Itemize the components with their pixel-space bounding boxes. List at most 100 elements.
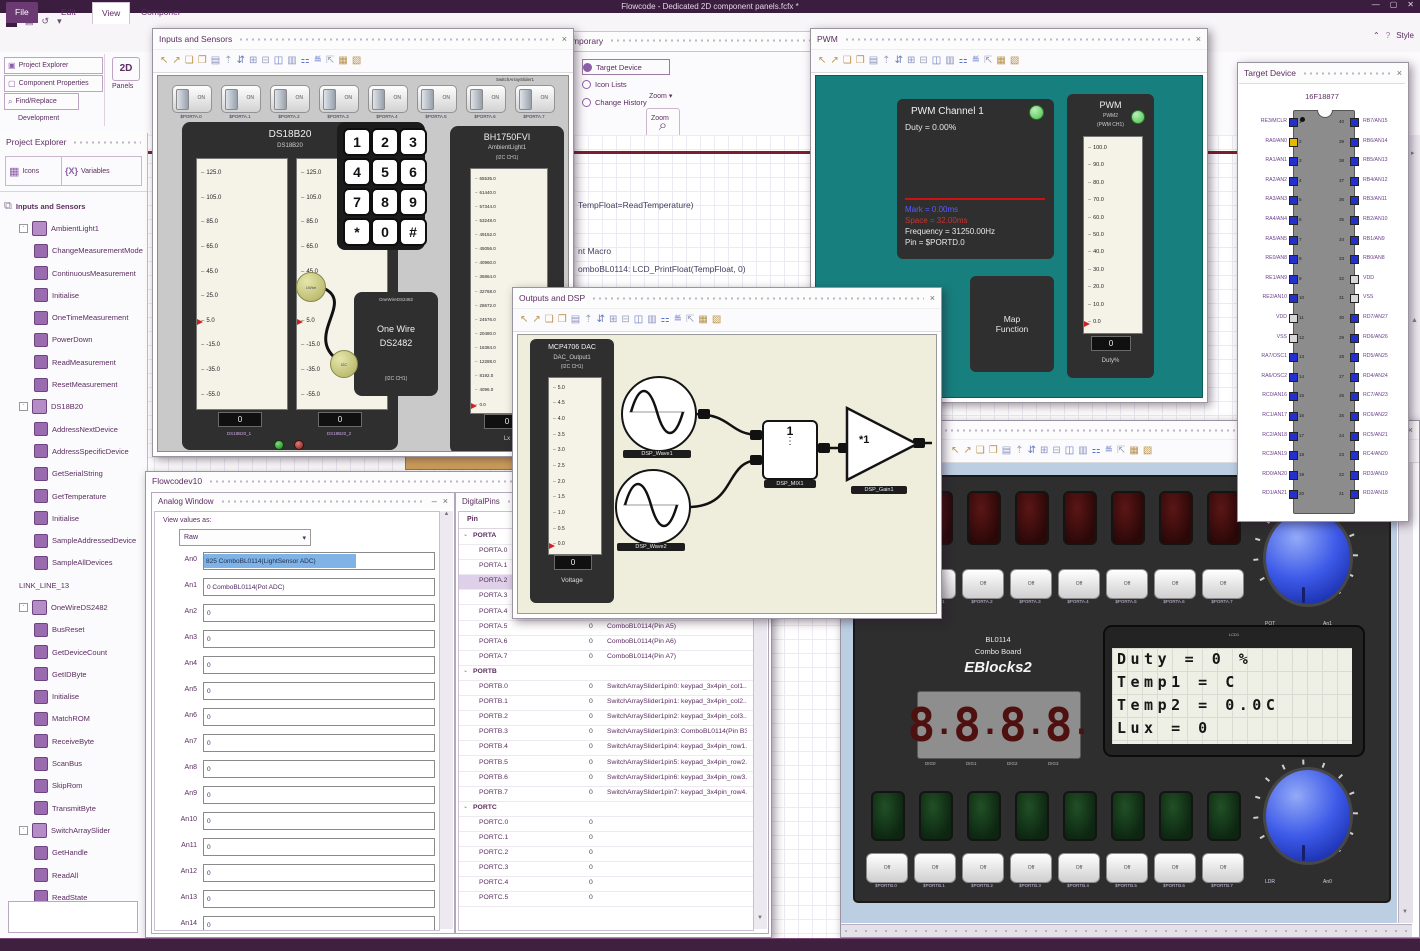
pin-pad-left[interactable] bbox=[1289, 470, 1298, 480]
digital-row[interactable]: PORTB.5 0 SwitchArraySlider1pin5: keypad_3… bbox=[459, 757, 753, 772]
pin-pad-right[interactable] bbox=[1350, 431, 1359, 441]
keypad-key-3[interactable]: 3 bbox=[399, 128, 427, 156]
pin-pad-left[interactable] bbox=[1289, 118, 1298, 127]
tree-item[interactable]: SampleAllDevices bbox=[2, 552, 147, 574]
pin-pad-right[interactable] bbox=[1350, 176, 1359, 186]
digital-row[interactable]: PORTC.4 0 bbox=[459, 877, 753, 893]
tree-item[interactable]: - DS18B20 bbox=[2, 396, 147, 418]
digital-row[interactable]: PORTB.6 0 SwitchArraySlider1pin6: keypad_3… bbox=[459, 772, 753, 787]
board-switch[interactable]: Off bbox=[962, 569, 1004, 599]
board-switch[interactable]: Off bbox=[1202, 569, 1244, 599]
analog-row-value[interactable]: 0 bbox=[203, 760, 435, 778]
pin-pad-right[interactable] bbox=[1350, 353, 1359, 363]
analog-row-value[interactable]: 0 bbox=[203, 656, 435, 674]
keypad-key-#[interactable]: # bbox=[399, 218, 427, 246]
panel-switch[interactable]: ON bbox=[417, 85, 457, 113]
tree-item[interactable]: GetIDByte bbox=[2, 663, 147, 685]
pin-pad-right[interactable] bbox=[1350, 235, 1359, 245]
tab-components[interactable]: Components bbox=[132, 2, 180, 23]
tree-item[interactable]: LINK_LINE_13 bbox=[2, 574, 147, 596]
toolbar-icon-12[interactable]: ≝ bbox=[314, 55, 322, 67]
analog-row-value[interactable]: 0 bbox=[203, 708, 435, 726]
pin-pad-right[interactable] bbox=[1350, 216, 1359, 225]
group-expand-icon[interactable]: ⌄ bbox=[463, 803, 468, 810]
minimize-button[interactable]: — bbox=[1372, 0, 1380, 9]
board-switch[interactable]: Off bbox=[866, 853, 908, 883]
keypad-key-2[interactable]: 2 bbox=[371, 128, 399, 156]
flowchart-loop-icon[interactable] bbox=[405, 456, 519, 470]
pin-pad-left[interactable] bbox=[1289, 490, 1298, 500]
scroll-up-icon[interactable]: ▲ bbox=[1411, 317, 1418, 324]
tree-item[interactable]: ChangeMeasurementMode bbox=[2, 240, 147, 262]
tab-file[interactable]: File bbox=[6, 2, 38, 23]
toolbar-icon-12[interactable]: ≝ bbox=[674, 314, 682, 326]
pin-pad-right[interactable] bbox=[1350, 157, 1359, 167]
toolbar-icon-2[interactable]: ❏ bbox=[976, 445, 985, 457]
dsp-wave2[interactable] bbox=[615, 469, 691, 545]
toolbar-icon-14[interactable]: ▦ bbox=[338, 55, 347, 67]
tree-item[interactable]: GetTemperature bbox=[2, 485, 147, 507]
close-icon[interactable]: × bbox=[930, 293, 935, 303]
pin-pad-left[interactable] bbox=[1289, 392, 1298, 402]
dsp-mixer[interactable]: 1 ⋮ bbox=[762, 420, 818, 480]
pin-pad-left[interactable] bbox=[1289, 274, 1298, 284]
board-switch[interactable]: Off bbox=[1106, 569, 1148, 599]
toolbar-icon-5[interactable]: ⇡ bbox=[224, 55, 232, 67]
digital-row[interactable]: PORTC.2 0 bbox=[459, 847, 753, 863]
toolbar-icon-6[interactable]: ⇵ bbox=[1028, 445, 1036, 457]
toolbar-icon-13[interactable]: ⇱ bbox=[984, 55, 992, 67]
keypad-key-9[interactable]: 9 bbox=[399, 188, 427, 216]
keypad-key-0[interactable]: 0 bbox=[371, 218, 399, 246]
panel-switch[interactable]: ON bbox=[515, 85, 555, 113]
pin-pad-left[interactable] bbox=[1289, 157, 1298, 167]
pin-pad-right[interactable] bbox=[1350, 451, 1359, 461]
digital-row[interactable]: PORTB.4 0 SwitchArraySlider1pin4: keypad_3… bbox=[459, 741, 753, 757]
scroll-down-icon[interactable]: ▼ bbox=[1402, 909, 1408, 915]
group-expand-icon[interactable]: ⌄ bbox=[463, 667, 468, 674]
board-switch[interactable]: Off bbox=[1202, 853, 1244, 883]
scroll-up-icon[interactable]: ▲ bbox=[444, 511, 450, 517]
toolbar-icon-8[interactable]: ⊟ bbox=[621, 314, 629, 326]
pin-pad-left[interactable] bbox=[1289, 196, 1298, 206]
toolbar-icon-5[interactable]: ⇡ bbox=[1015, 445, 1023, 457]
toolbar-icon-1[interactable]: ↗ bbox=[532, 314, 540, 326]
tree-item[interactable]: ⧉ Inputs and Sensors bbox=[2, 195, 147, 217]
board-switch[interactable]: Off bbox=[914, 853, 956, 883]
keypad-key-6[interactable]: 6 bbox=[399, 158, 427, 186]
toolbar-icon-10[interactable]: ▥ bbox=[1078, 445, 1087, 457]
pin-pad-right[interactable] bbox=[1350, 470, 1359, 480]
toolbar-icon-8[interactable]: ⊟ bbox=[1052, 445, 1060, 457]
component-properties-button[interactable]: ▢ Component Properties bbox=[4, 75, 103, 92]
analog-row-value[interactable]: 0 bbox=[203, 630, 435, 648]
tree-item[interactable]: Initialise bbox=[2, 284, 147, 306]
project-explorer-button[interactable]: ▣ Project Explorer bbox=[4, 57, 103, 74]
pin-pad-left[interactable] bbox=[1289, 314, 1298, 323]
tree-item[interactable]: OneTimeMeasurement bbox=[2, 306, 147, 328]
pin-pad-left[interactable] bbox=[1289, 216, 1298, 225]
knob-body[interactable] bbox=[1263, 767, 1353, 865]
pin-pad-left[interactable] bbox=[1289, 353, 1298, 363]
toolbar-icon-0[interactable]: ↖ bbox=[818, 55, 826, 67]
toolbar-icon-0[interactable]: ↖ bbox=[520, 314, 528, 326]
tree-item[interactable]: Initialise bbox=[2, 507, 147, 529]
toolbar-icon-14[interactable]: ▦ bbox=[698, 314, 707, 326]
toolbar-icon-1[interactable]: ↗ bbox=[172, 55, 180, 67]
toolbar-icon-7[interactable]: ⊞ bbox=[907, 55, 915, 67]
toolbar-icon-7[interactable]: ⊞ bbox=[1040, 445, 1048, 457]
toolbar-icon-9[interactable]: ◫ bbox=[634, 314, 643, 326]
toolbar-icon-7[interactable]: ⊞ bbox=[609, 314, 617, 326]
tree-item[interactable]: ReadMeasurement bbox=[2, 351, 147, 373]
toolbar-icon-3[interactable]: ❐ bbox=[558, 314, 567, 326]
toolbar-icon-2[interactable]: ❏ bbox=[843, 55, 852, 67]
tree-item[interactable]: - AmbientLight1 bbox=[2, 217, 147, 239]
tree-item[interactable]: ResetMeasurement bbox=[2, 373, 147, 395]
view-mode-dropdown[interactable]: Raw ▾ bbox=[179, 529, 311, 546]
tree-item[interactable]: ScanBus bbox=[2, 752, 147, 774]
analog-row-value[interactable]: 0 bbox=[203, 864, 435, 882]
toolbar-icon-8[interactable]: ⊟ bbox=[261, 55, 269, 67]
tree-item[interactable]: - OneWireDS2482 bbox=[2, 596, 147, 618]
analog-row-value[interactable]: 0 bbox=[203, 812, 435, 830]
toolbar-icon-14[interactable]: ▦ bbox=[996, 55, 1005, 67]
toolbar-icon-6[interactable]: ⇵ bbox=[895, 55, 903, 67]
analog-row-value[interactable]: 825 ComboBL0114(LightSensor ADC) bbox=[203, 552, 435, 570]
